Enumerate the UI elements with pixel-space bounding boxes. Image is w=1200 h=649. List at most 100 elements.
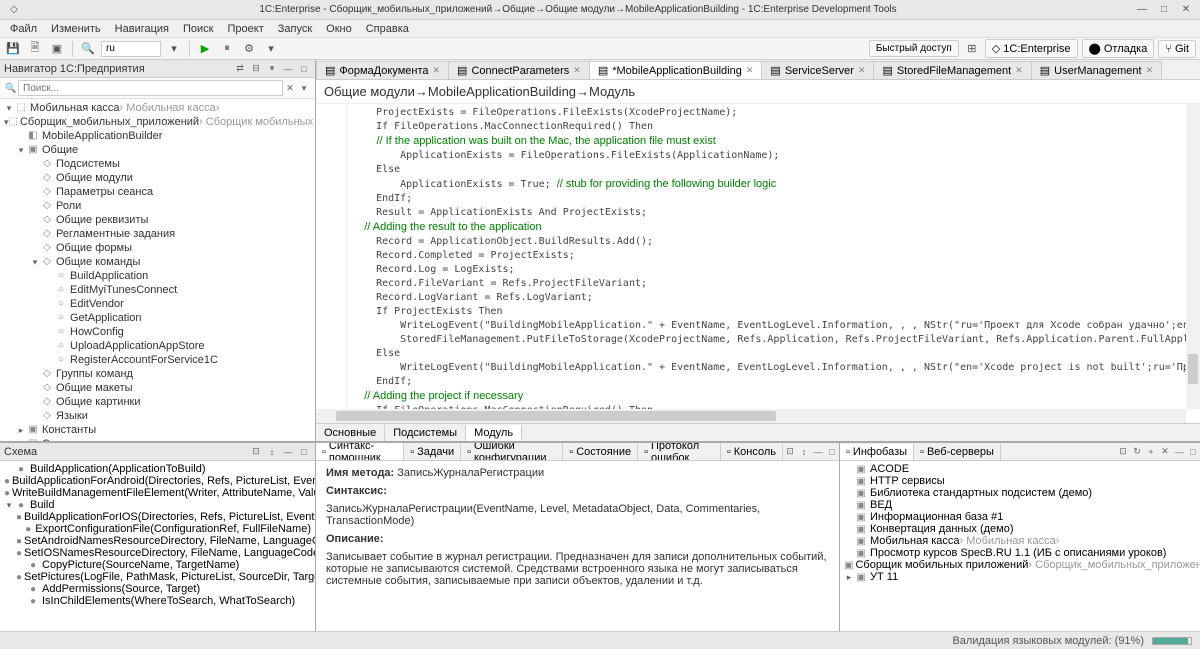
bottom-tab[interactable]: Основные — [316, 425, 385, 441]
git-perspective[interactable]: ⑂Git — [1158, 40, 1196, 58]
infobase-item[interactable]: ▣Просмотр курсов SpecB.RU 1.1 (ИБ с опис… — [842, 547, 1198, 559]
maximize-panel-icon[interactable]: □ — [297, 62, 311, 76]
scrollbar-vertical[interactable] — [1186, 104, 1200, 409]
tree-node[interactable]: ▾⬚Мобильная касса › Мобильная касса› — [2, 101, 313, 115]
tree-node[interactable]: ◇Регламентные задания — [2, 227, 313, 241]
outline-item[interactable]: ●ExportConfigurationFile(ConfigurationRe… — [2, 523, 313, 535]
tree-node[interactable]: ○EditMyiTunesConnect — [2, 283, 313, 297]
outline-item[interactable]: ●BuildApplicationForAndroid(Directories,… — [2, 475, 313, 487]
info-tool-icon[interactable]: ⊡ — [1116, 445, 1130, 459]
tree-node[interactable]: ◇Общие картинки — [2, 395, 313, 409]
save-icon[interactable]: 💾 — [4, 40, 22, 58]
infobase-item[interactable]: ▸▣УТ 11 — [842, 571, 1198, 583]
infobase-item[interactable]: ▣HTTP сервисы — [842, 475, 1198, 487]
infobase-item[interactable]: ▣Сборщик мобильных приложений › Сборщик_… — [842, 559, 1198, 571]
run-icon[interactable]: ▶ — [196, 40, 214, 58]
minimize-button[interactable]: — — [1132, 2, 1152, 18]
infobase-item[interactable]: ▣Библиотека стандартных подсистем (демо) — [842, 487, 1198, 499]
tree-node[interactable]: ◇Общие формы — [2, 241, 313, 255]
outline-item[interactable]: ●WriteBuildManagementFileElement(Writer,… — [2, 487, 313, 499]
info-del-icon[interactable]: ✕ — [1158, 445, 1172, 459]
toolbar-icon[interactable]: ▣ — [48, 40, 66, 58]
tree-node[interactable]: ▸▣Константы — [2, 423, 313, 437]
menu-icon[interactable]: ▾ — [265, 62, 279, 76]
help-tab[interactable]: ▫Задачи — [404, 444, 461, 460]
editor-tab[interactable]: ▤*MobileApplicationBuilding✕ — [589, 61, 763, 79]
editor-tab[interactable]: ▤UserManagement✕ — [1031, 61, 1162, 79]
tree-node[interactable]: ▾▣Общие — [2, 143, 313, 157]
outline-item[interactable]: ●BuildApplication(ApplicationToBuild) — [2, 463, 313, 475]
dropdown-icon[interactable]: ▾ — [165, 40, 183, 58]
info-min-icon[interactable]: — — [1172, 445, 1186, 459]
outline-item[interactable]: ●SetAndroidNamesResourceDirectory, FileN… — [2, 535, 313, 547]
tree-node[interactable]: ◇Роли — [2, 199, 313, 213]
editor-tab[interactable]: ▤StoredFileManagement✕ — [873, 61, 1031, 79]
tree-node[interactable]: ◇Общие реквизиты — [2, 213, 313, 227]
help-tab[interactable]: ▫Синтакс-помощник — [316, 443, 404, 461]
help-tab[interactable]: ▫Консоль — [721, 444, 783, 460]
menu-Окно[interactable]: Окно — [320, 21, 358, 37]
bottom-tab[interactable]: Подсистемы — [385, 425, 466, 441]
scrollbar-horizontal[interactable] — [316, 409, 1186, 423]
info-tab[interactable]: ▫Веб-серверы — [914, 444, 1001, 460]
tree-node[interactable]: ○BuildApplication — [2, 269, 313, 283]
outline-item[interactable]: ●SetPictures(LogFile, PathMask, PictureL… — [2, 571, 313, 583]
help-nav-icon[interactable]: ↕ — [797, 445, 811, 459]
tree-node[interactable]: ◇Языки — [2, 409, 313, 423]
menu-Справка[interactable]: Справка — [360, 21, 415, 37]
outline-item[interactable]: ●IsInChildElements(WhereToSearch, WhatTo… — [2, 595, 313, 607]
outline-tool-icon[interactable]: ⊡ — [249, 445, 263, 459]
menu-Запуск[interactable]: Запуск — [272, 21, 318, 37]
minimize-panel-icon[interactable]: — — [281, 62, 295, 76]
maximize-button[interactable]: □ — [1154, 2, 1174, 18]
tree-node[interactable]: ▾◇Общие команды — [2, 255, 313, 269]
tree-node[interactable]: ○GetApplication — [2, 311, 313, 325]
code-editor[interactable]: ProjectExists = FileOperations.FileExist… — [316, 104, 1200, 423]
menu-Проект[interactable]: Проект — [222, 21, 270, 37]
outline-max-icon[interactable]: □ — [297, 445, 311, 459]
infobase-item[interactable]: ▣Информационная база #1 — [842, 511, 1198, 523]
infobase-item[interactable]: ▣ACODE — [842, 463, 1198, 475]
perspective-icon[interactable]: ⊞ — [963, 40, 981, 58]
tree-node[interactable]: ◇Параметры сеанса — [2, 185, 313, 199]
infobase-item[interactable]: ▣ВЕД — [842, 499, 1198, 511]
help-tab[interactable]: ▫Состояние — [563, 444, 638, 460]
tree-node[interactable]: ○HowConfig — [2, 325, 313, 339]
outline-item[interactable]: ▾●Build — [2, 499, 313, 511]
clear-search-icon[interactable]: ✕ — [283, 81, 297, 95]
info-add-icon[interactable]: + — [1144, 445, 1158, 459]
tree-node[interactable]: ◇Группы команд — [2, 367, 313, 381]
info-max-icon[interactable]: □ — [1186, 445, 1200, 459]
outline-sort-icon[interactable]: ↕ — [265, 445, 279, 459]
lang-input[interactable] — [101, 41, 161, 57]
menu-Изменить[interactable]: Изменить — [45, 21, 107, 37]
tree-node[interactable]: ○EditVendor — [2, 297, 313, 311]
tree-node[interactable]: ◇Подсистемы — [2, 157, 313, 171]
tree-node[interactable]: ◇Общие модули — [2, 171, 313, 185]
info-refresh-icon[interactable]: ↻ — [1130, 445, 1144, 459]
save-all-icon[interactable]: 🗎 — [26, 40, 44, 58]
help-tab[interactable]: ▫Протокол ошибок — [638, 443, 721, 461]
outline-item[interactable]: ●AddPermissions(Source, Target) — [2, 583, 313, 595]
tree-node[interactable]: ▾⬚Сборщик_мобильных_приложений › Сборщик… — [2, 115, 313, 129]
help-min-icon[interactable]: — — [811, 445, 825, 459]
collapse-icon[interactable]: ⊟ — [249, 62, 263, 76]
quick-access-button[interactable]: Быстрый доступ — [869, 40, 959, 57]
navigator-search-input[interactable] — [18, 80, 283, 96]
link-icon[interactable]: ⇄ — [233, 62, 247, 76]
search-icon[interactable]: 🔍 — [79, 40, 97, 58]
editor-tab[interactable]: ▤ConnectParameters✕ — [448, 61, 590, 79]
outline-item[interactable]: ●SetIOSNamesResourceDirectory, FileName,… — [2, 547, 313, 559]
tree-node[interactable]: ○UploadApplicationAppStore — [2, 339, 313, 353]
tree-node[interactable]: ○RegisterAccountForService1C — [2, 353, 313, 367]
ide-perspective[interactable]: ◇1C:Enterprise — [985, 39, 1078, 58]
close-button[interactable]: ✕ — [1176, 2, 1196, 18]
help-tab[interactable]: ▫Ошибки конфигурации — [461, 443, 563, 461]
help-max-icon[interactable]: □ — [825, 445, 839, 459]
bottom-tab[interactable]: Модуль — [466, 425, 522, 441]
editor-tab[interactable]: ▤ServiceServer✕ — [761, 61, 874, 79]
infobase-item[interactable]: ▣Конвертация данных (демо) — [842, 523, 1198, 535]
search-tree-icon[interactable]: 🔍 — [4, 81, 18, 95]
info-tab[interactable]: ▫Инфобазы — [840, 444, 914, 460]
navigator-tree[interactable]: ▾⬚Мобильная касса › Мобильная касса›▾⬚Сб… — [0, 99, 315, 441]
